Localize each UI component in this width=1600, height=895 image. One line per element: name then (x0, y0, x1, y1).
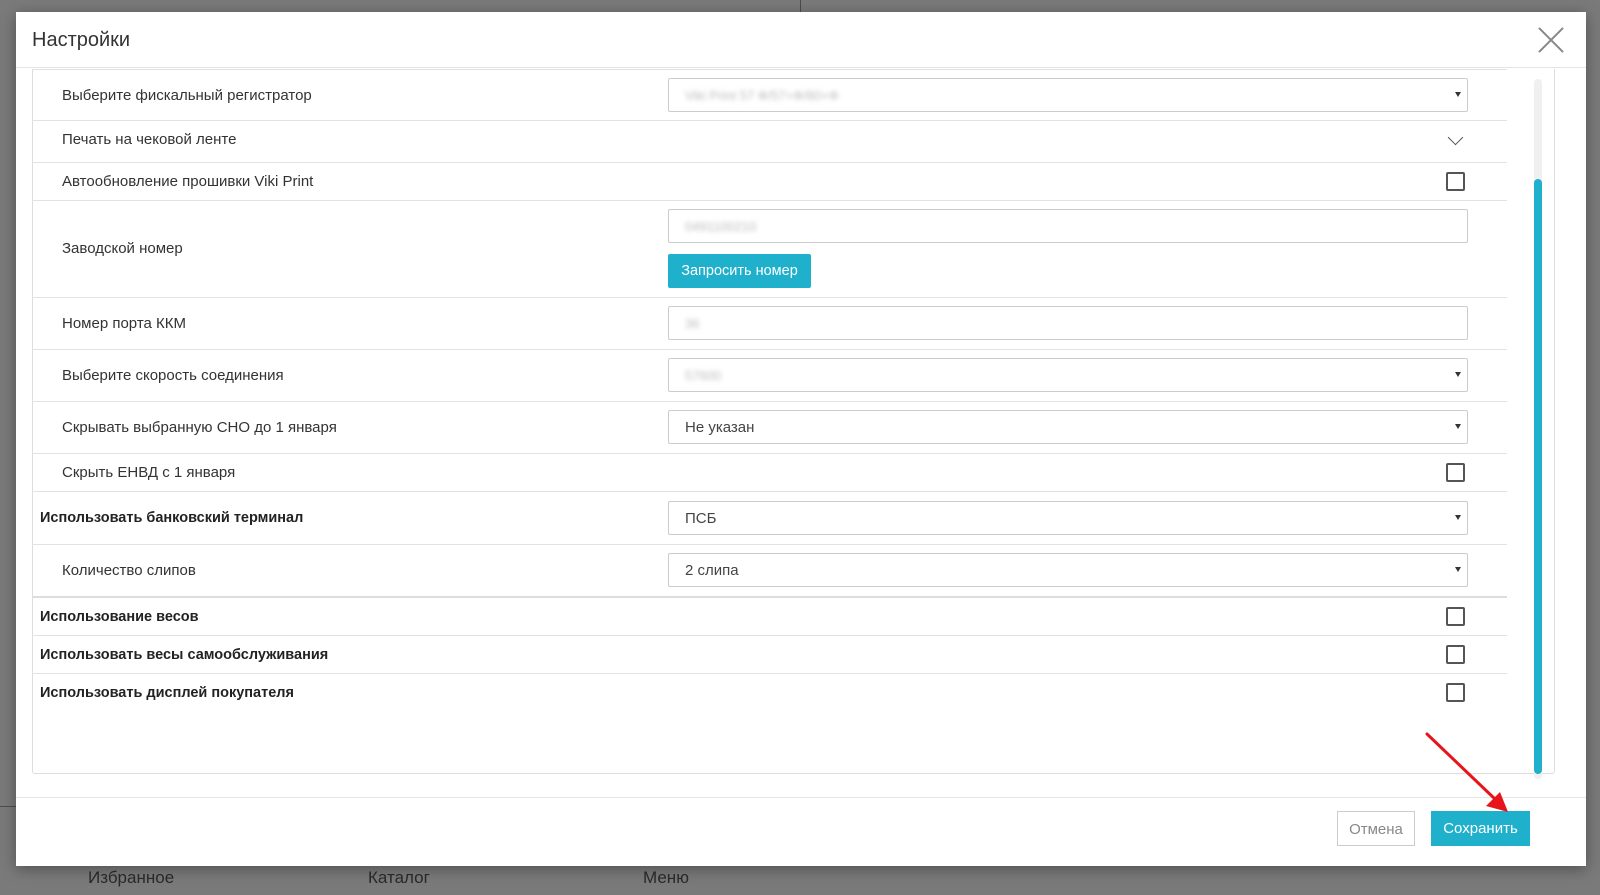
bank-terminal-select[interactable]: ПСБ (668, 501, 1468, 535)
select-value: Не указан (685, 419, 755, 436)
row-label: Выберите фискальный регистратор (62, 87, 312, 104)
modal-footer: Отмена Сохранить (16, 797, 1586, 866)
row-connection-speed: Выберите скорость соединения 57600 (32, 350, 1507, 402)
firmware-autoupdate-checkbox[interactable] (1446, 172, 1465, 191)
scrollbar-thumb[interactable] (1534, 179, 1542, 774)
hide-envd-checkbox[interactable] (1446, 463, 1465, 482)
row-label: Использование весов (40, 609, 199, 625)
row-bank-terminal: Использовать банковский терминал ПСБ (32, 492, 1507, 545)
select-value: 57600 (685, 368, 722, 383)
row-firmware-autoupdate: Автообновление прошивки Viki Print (32, 163, 1507, 201)
row-hide-envd: Скрыть ЕНВД с 1 января (32, 454, 1507, 492)
row-label: Использовать дисплей покупателя (40, 685, 294, 701)
row-label: Скрывать выбранную СНО до 1 января (62, 419, 337, 436)
caret-down-icon (1455, 92, 1461, 97)
modal-title: Настройки (32, 29, 131, 51)
select-value: Viki Print 57 Ф/57+Ф/80+Ф (685, 88, 839, 103)
row-label: Скрыть ЕНВД с 1 января (62, 464, 236, 481)
row-label: Использовать банковский терминал (40, 510, 304, 526)
input-value: 36 (685, 316, 700, 331)
row-fiscal-registrar: Выберите фискальный регистратор Viki Pri… (32, 69, 1507, 121)
serial-number-input[interactable]: 0491100210 (668, 209, 1468, 243)
request-number-button[interactable]: Запросить номер (668, 254, 811, 288)
select-value: 2 слипа (685, 562, 739, 579)
settings-list: Выберите фискальный регистратор Viki Pri… (32, 69, 1507, 712)
select-value: ПСБ (685, 510, 717, 527)
close-icon[interactable] (1536, 25, 1566, 55)
cancel-button[interactable]: Отмена (1337, 811, 1415, 846)
caret-down-icon (1455, 567, 1461, 572)
caret-down-icon (1455, 372, 1461, 377)
chevron-down-icon[interactable] (1447, 129, 1464, 146)
connection-speed-select[interactable]: 57600 (668, 358, 1468, 392)
caret-down-icon (1455, 515, 1461, 520)
row-kkm-port: Номер порта ККМ 36 (32, 298, 1507, 350)
kkm-port-input[interactable]: 36 (668, 306, 1468, 340)
row-label: Печать на чековой ленте (62, 131, 237, 148)
self-service-scales-checkbox[interactable] (1446, 645, 1465, 664)
modal-header: Настройки (16, 12, 1586, 68)
row-label: Выберите скорость соединения (62, 367, 284, 384)
save-button[interactable]: Сохранить (1431, 811, 1530, 846)
row-label: Номер порта ККМ (62, 315, 186, 332)
row-label: Автообновление прошивки Viki Print (62, 173, 314, 190)
input-value: 0491100210 (685, 219, 757, 234)
row-scales: Использование весов (32, 598, 1507, 636)
row-customer-display: Использовать дисплей покупателя (32, 674, 1507, 712)
row-self-service-scales: Использовать весы самообслуживания (32, 636, 1507, 674)
slip-count-select[interactable]: 2 слипа (668, 553, 1468, 587)
hide-sno-select[interactable]: Не указан (668, 410, 1468, 444)
fiscal-registrar-select[interactable]: Viki Print 57 Ф/57+Ф/80+Ф (668, 78, 1468, 112)
row-hide-sno: Скрывать выбранную СНО до 1 января Не ук… (32, 402, 1507, 454)
modal-body: Выберите фискальный регистратор Viki Pri… (16, 69, 1586, 797)
scales-checkbox[interactable] (1446, 607, 1465, 626)
row-slip-count: Количество слипов 2 слипа (32, 545, 1507, 598)
row-label: Заводской номер (62, 240, 183, 257)
row-label: Использовать весы самообслуживания (40, 647, 329, 663)
customer-display-checkbox[interactable] (1446, 683, 1465, 702)
row-serial-number: Заводской номер 0491100210 Запросить ном… (32, 201, 1507, 298)
row-label: Количество слипов (62, 562, 196, 579)
settings-modal: Настройки Выберите фискальный регистрато… (16, 12, 1586, 866)
row-receipt-tape[interactable]: Печать на чековой ленте (32, 121, 1507, 163)
caret-down-icon (1455, 424, 1461, 429)
